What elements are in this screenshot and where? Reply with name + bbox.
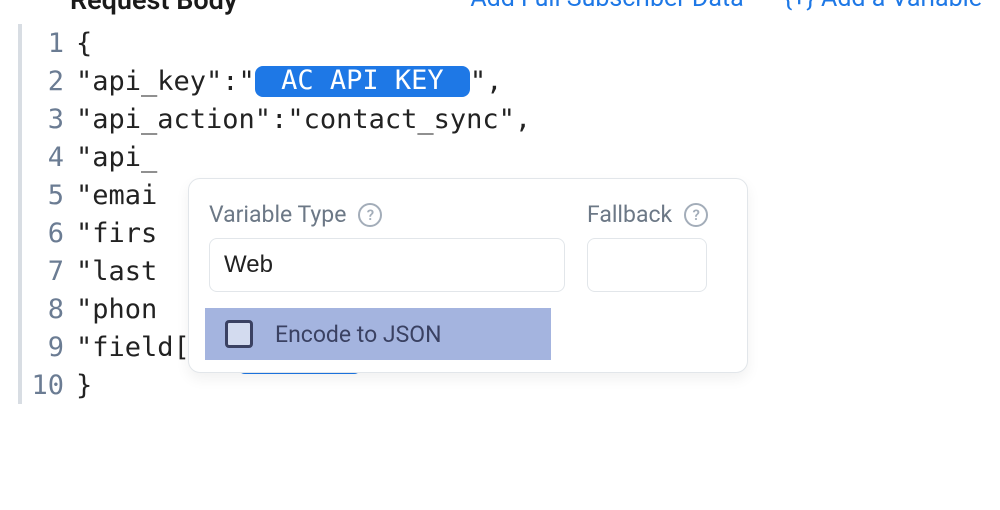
- line-number: 2: [22, 66, 76, 97]
- line-number: 5: [22, 180, 76, 211]
- variable-chip-api-key[interactable]: AC API KEY: [255, 66, 470, 97]
- variable-type-label: Variable Type: [209, 201, 346, 228]
- code-text: }: [76, 370, 92, 401]
- code-text: "api_: [76, 142, 157, 173]
- fallback-input[interactable]: [587, 238, 707, 292]
- line-number: 9: [22, 332, 76, 363]
- line-number: 7: [22, 256, 76, 287]
- line-number: 6: [22, 218, 76, 249]
- line-number: 4: [22, 142, 76, 173]
- popover-fields: Variable Type ? Fallback ?: [209, 201, 727, 292]
- code-editor[interactable]: 1 { 2 "api_key":" AC API KEY ", 3 "api_a…: [18, 24, 1000, 404]
- header: Request Body Add Full Subscriber Data {+…: [0, 0, 1000, 24]
- code-text: "firs: [76, 218, 157, 249]
- code-text: "api_key":" AC API KEY ",: [76, 66, 502, 97]
- code-text: "phon: [76, 294, 157, 325]
- add-subscriber-link[interactable]: Add Full Subscriber Data: [470, 0, 743, 13]
- code-text: "emai: [76, 180, 157, 211]
- code-line: 3 "api_action":"contact_sync",: [22, 100, 1000, 138]
- add-variable-link[interactable]: {+} Add a Variable: [784, 0, 982, 13]
- variable-popover: Variable Type ? Fallback ? Encode to JSO…: [188, 178, 748, 373]
- variable-type-field: Variable Type ?: [209, 201, 565, 292]
- code-line: 1 {: [22, 24, 1000, 62]
- encode-json-label: Encode to JSON: [275, 321, 442, 348]
- line-number: 8: [22, 294, 76, 325]
- fallback-label-row: Fallback ?: [587, 201, 708, 228]
- encode-json-checkbox[interactable]: [225, 320, 253, 348]
- code-line: 4 "api_: [22, 138, 1000, 176]
- line-number: 3: [22, 104, 76, 135]
- code-text: "api_action":"contact_sync",: [76, 104, 531, 135]
- help-icon[interactable]: ?: [684, 203, 708, 227]
- variable-type-input[interactable]: [209, 238, 565, 292]
- line-number: 10: [22, 370, 76, 401]
- code-text: "last: [76, 256, 157, 287]
- variable-type-label-row: Variable Type ?: [209, 201, 565, 228]
- encode-json-row[interactable]: Encode to JSON: [205, 308, 551, 360]
- help-icon[interactable]: ?: [358, 203, 382, 227]
- header-links: Add Full Subscriber Data {+} Add a Varia…: [470, 0, 982, 13]
- page-title: Request Body: [70, 0, 237, 16]
- fallback-label: Fallback: [587, 201, 672, 228]
- line-number: 1: [22, 28, 76, 59]
- code-fragment: "api_key":": [76, 66, 255, 97]
- code-line: 2 "api_key":" AC API KEY ",: [22, 62, 1000, 100]
- code-fragment: ",: [470, 66, 503, 97]
- code-text: {: [76, 28, 92, 59]
- fallback-field: Fallback ?: [587, 201, 708, 292]
